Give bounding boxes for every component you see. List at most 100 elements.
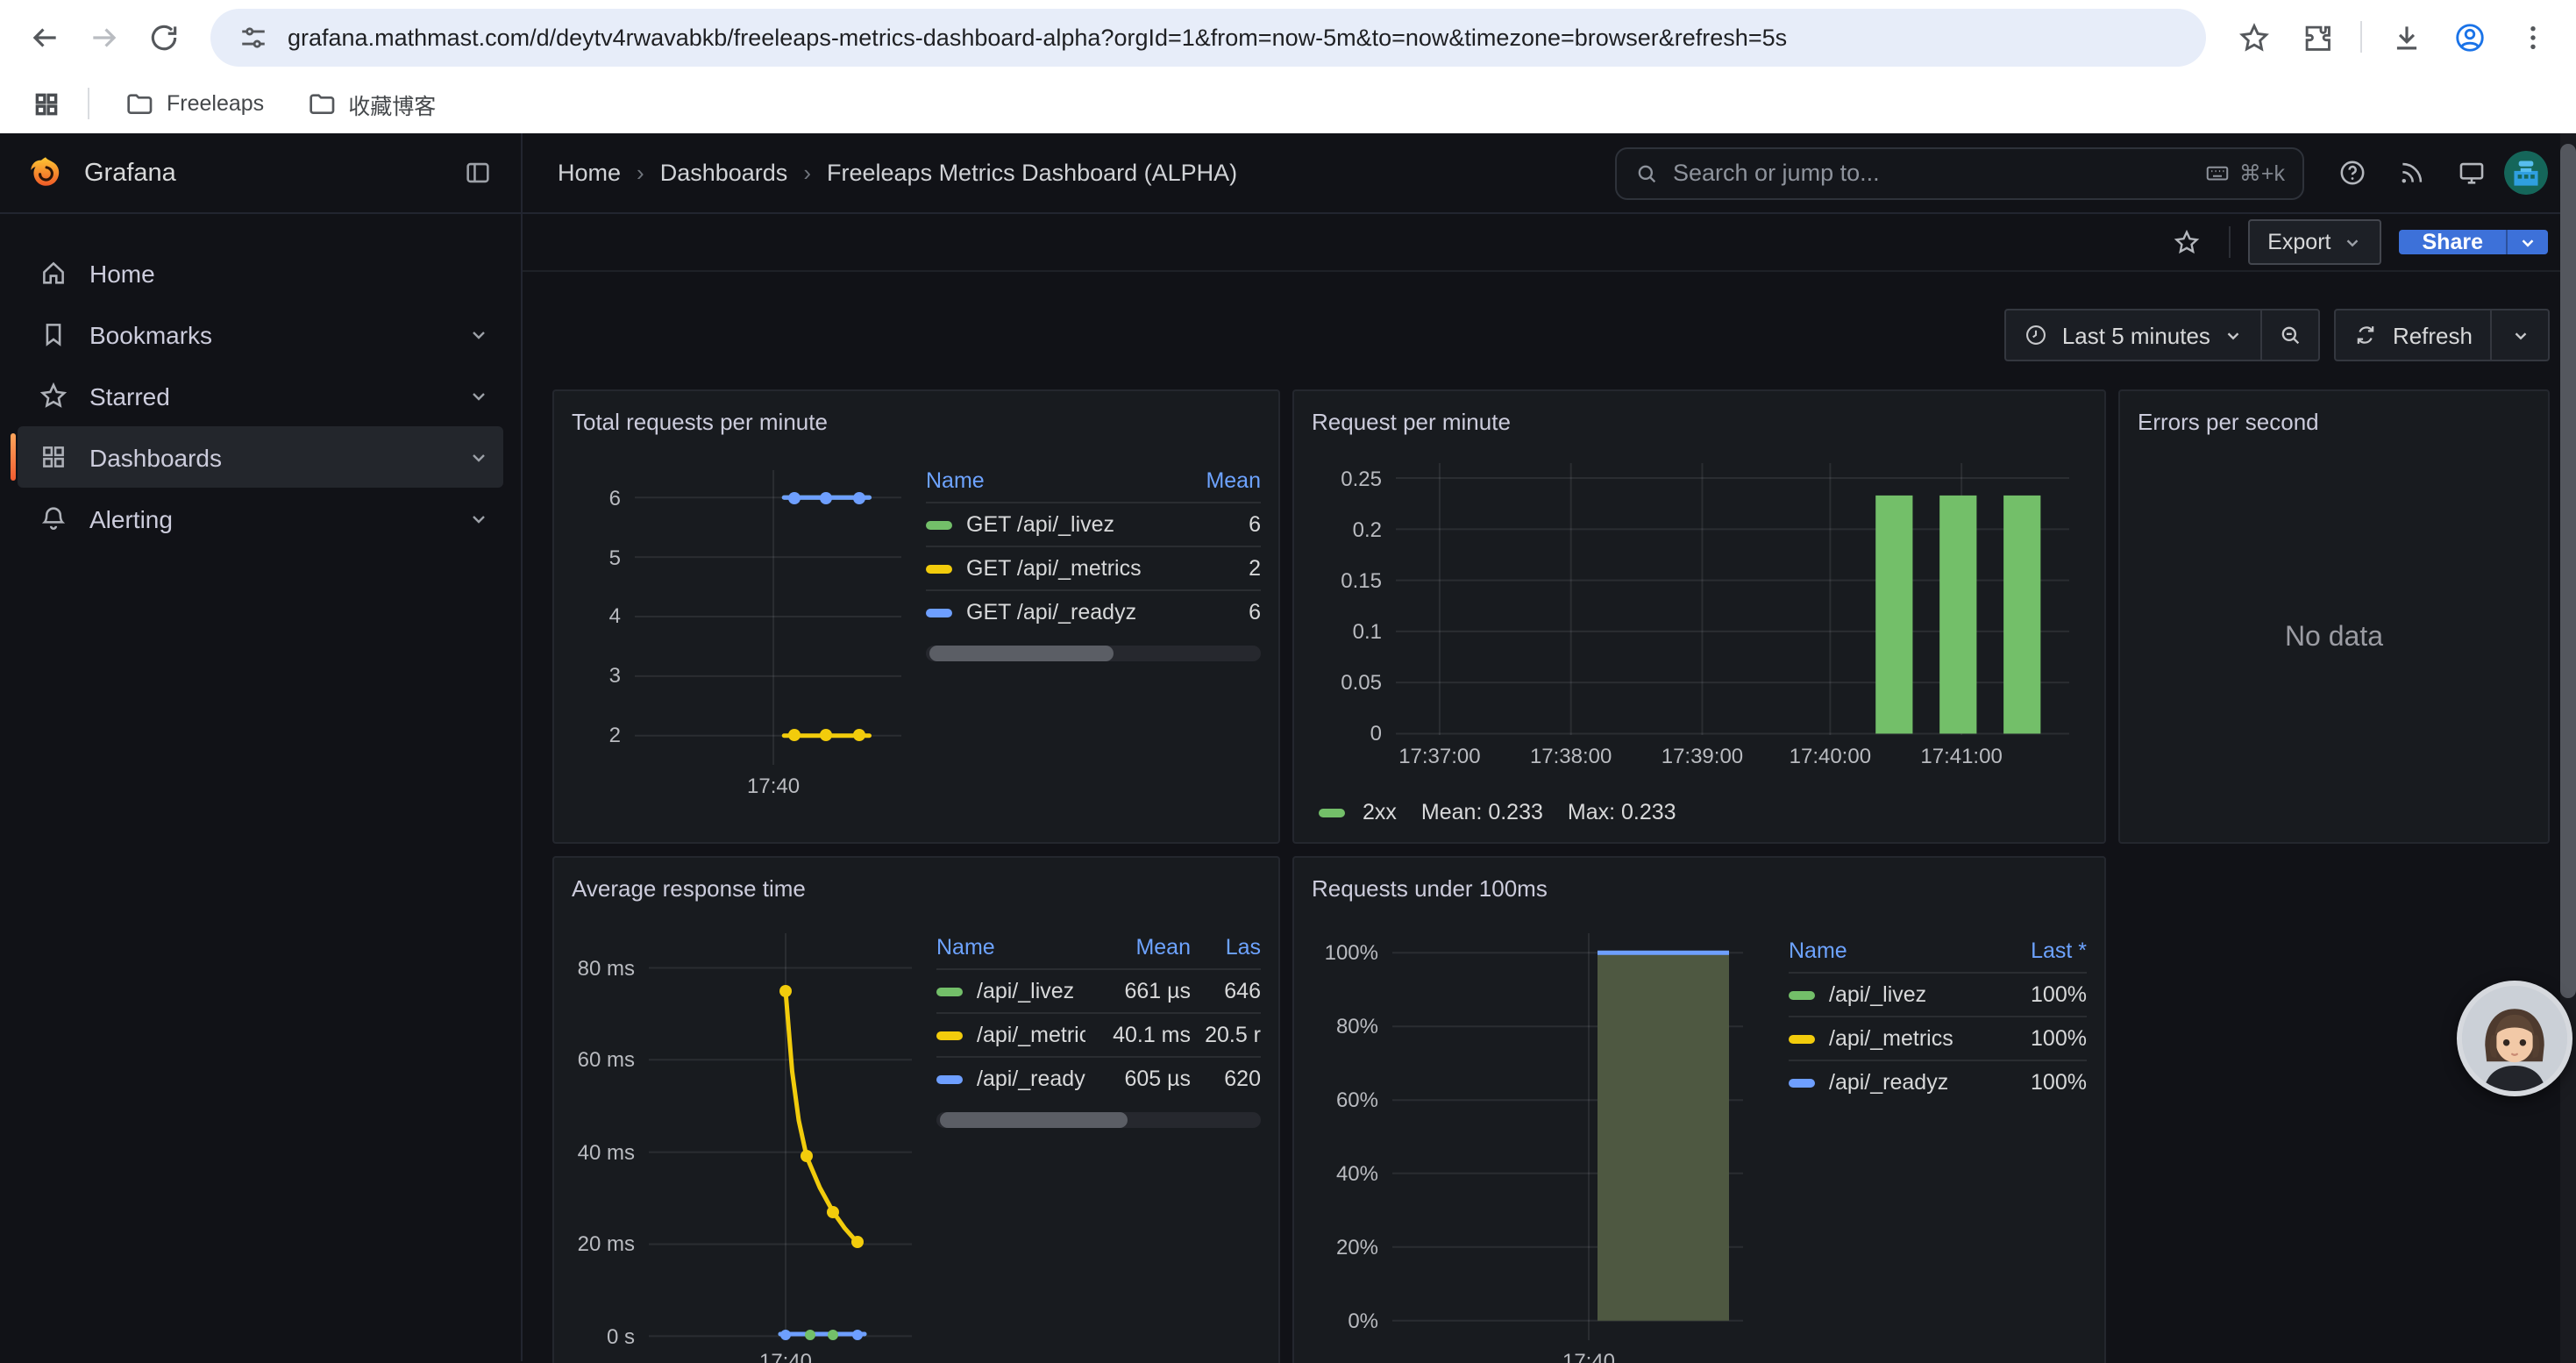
legend-header-name[interactable]: Name [926, 468, 1177, 493]
legend-row[interactable]: /api/_metrics 100% [1789, 1016, 2087, 1060]
forward-button[interactable] [74, 7, 133, 67]
legend-row[interactable]: GET /api/_readyz 6 [926, 589, 1261, 633]
reload-button[interactable] [133, 7, 193, 67]
panel-total-requests: Total requests per minute 6543217:40 Nam… [552, 389, 1280, 844]
panel-title[interactable]: Errors per second [2138, 403, 2530, 442]
browser-menu-button[interactable] [2502, 7, 2562, 67]
scrollbar-thumb[interactable] [2560, 144, 2576, 998]
puzzle-icon [2300, 20, 2333, 54]
sidebar-item-alerting[interactable]: Alerting [18, 488, 503, 549]
zoom-out-icon [2279, 323, 2303, 347]
time-range-picker[interactable]: Last 5 minutes [2006, 310, 2261, 360]
help-icon [2337, 158, 2366, 188]
chevron-down-icon[interactable] [468, 385, 489, 406]
sidebar-item-bookmarks[interactable]: Bookmarks [18, 303, 503, 365]
page-scrollbar[interactable] [2560, 133, 2576, 1363]
rss-icon [2396, 158, 2426, 188]
zoom-out-button[interactable] [2263, 310, 2319, 360]
forward-icon [87, 20, 120, 54]
legend-header-mean[interactable]: Mean [1085, 935, 1191, 960]
legend-row[interactable]: /api/_readyz 100% [1789, 1060, 2087, 1103]
legend-inline: 2xx Mean: 0.233 Max: 0.233 [1312, 791, 2087, 833]
star-icon [2237, 20, 2270, 54]
bookmark-page-button[interactable] [2224, 7, 2283, 67]
breadcrumb-separator: › [637, 160, 644, 186]
back-button[interactable] [14, 7, 74, 67]
star-dashboard-button[interactable] [2162, 218, 2211, 267]
legend-scrollbar[interactable] [926, 646, 1261, 661]
legend-row[interactable]: /api/_livez 661 µs 646 [936, 968, 1261, 1012]
time-controls: Last 5 minutes Refresh [552, 309, 2550, 361]
bookmark-label: 收藏博客 [348, 87, 436, 120]
series-color-pill [926, 564, 952, 573]
panel-title[interactable]: Total requests per minute [572, 403, 1261, 442]
mega-menu-toggle[interactable] [454, 150, 500, 196]
search-box[interactable]: ⌘+k [1615, 146, 2304, 199]
chevron-down-icon[interactable] [468, 324, 489, 345]
dashboard-content: Export Share [523, 214, 2576, 1361]
bookmark-folder-freeleaps[interactable]: Freeleaps [107, 82, 281, 125]
refresh-interval-button[interactable] [2492, 310, 2548, 360]
sidebar-item-label: Starred [89, 382, 170, 410]
legend-row[interactable]: /api/_readyz 605 µs 620 [936, 1056, 1261, 1100]
legend-header-mean[interactable]: Mean [1177, 468, 1261, 493]
legend-row[interactable]: GET /api/_livez 6 [926, 502, 1261, 546]
legend-header-last[interactable]: Last * [1996, 938, 2087, 963]
kiosk-mode-button[interactable] [2444, 146, 2497, 199]
monitor-icon [2456, 158, 2486, 188]
download-icon [2389, 20, 2423, 54]
folder-icon [306, 89, 334, 118]
share-button-group: Share [2400, 230, 2549, 254]
panel-title[interactable]: Requests under 100ms [1312, 870, 2087, 909]
requests-under-100ms-chart[interactable]: 100%80%60%40%20%0%17:40 [1392, 933, 1743, 1340]
grafana-logo[interactable] [26, 153, 65, 192]
site-info-icon[interactable] [238, 22, 268, 52]
profile-icon [2452, 20, 2486, 54]
request-per-minute-chart[interactable]: 0.250.20.150.10.05017:37:0017:38:0017:39… [1396, 463, 2069, 735]
screen: grafana.mathmast.com/d/deytv4rwavabkb/fr… [0, 0, 2576, 1363]
legend-header-name[interactable]: Name [1789, 938, 1996, 963]
share-menu-button[interactable] [2506, 230, 2548, 254]
dashboard-subheader: Export Share [523, 214, 2576, 272]
downloads-button[interactable] [2376, 7, 2436, 67]
legend-table: Name Mean Las /api/_livez 661 µs 646 [936, 926, 1261, 1363]
user-avatar[interactable] [2504, 151, 2548, 195]
chevron-down-icon[interactable] [468, 446, 489, 467]
chevron-down-icon[interactable] [468, 508, 489, 529]
breadcrumb-dashboards[interactable]: Dashboards [660, 160, 788, 186]
sidebar-item-home[interactable]: Home [18, 242, 503, 303]
average-response-time-chart[interactable]: 80 ms60 ms40 ms20 ms0 s17:40 [649, 933, 912, 1340]
legend-row[interactable]: /api/_metrics 40.1 ms 20.5 r [936, 1012, 1261, 1056]
total-requests-chart[interactable]: 6543217:40 [635, 470, 901, 765]
url-text: grafana.mathmast.com/d/deytv4rwavabkb/fr… [288, 24, 1787, 50]
legend-row[interactable]: /api/_livez 100% [1789, 972, 2087, 1016]
help-button[interactable] [2325, 146, 2378, 199]
series-color-pill [926, 520, 952, 529]
apps-button[interactable] [21, 79, 70, 128]
search-input[interactable] [1673, 160, 2190, 186]
extensions-button[interactable] [2287, 7, 2346, 67]
grafana-app: Grafana Home › Dashboards › Freeleaps Me… [0, 133, 2576, 1363]
share-button[interactable]: Share [2400, 230, 2507, 254]
series-label[interactable]: 2xx [1363, 800, 1397, 824]
floating-assistant-avatar[interactable] [2457, 981, 2572, 1096]
legend-header-name[interactable]: Name [936, 935, 1085, 960]
panel-title[interactable]: Average response time [572, 870, 1261, 909]
legend-scrollbar[interactable] [936, 1112, 1261, 1128]
profile-button[interactable] [2439, 7, 2499, 67]
breadcrumb-home[interactable]: Home [558, 160, 621, 186]
sidebar-item-dashboards[interactable]: Dashboards [18, 426, 503, 488]
search-shortcut: ⌘+k [2204, 160, 2285, 186]
bookmark-folder-blogs[interactable]: 收藏博客 [288, 80, 453, 127]
bookmark-icon [32, 319, 74, 349]
address-bar[interactable]: grafana.mathmast.com/d/deytv4rwavabkb/fr… [210, 8, 2206, 66]
breadcrumb-current: Freeleaps Metrics Dashboard (ALPHA) [827, 160, 1237, 186]
browser-actions [2224, 7, 2562, 67]
legend-header-last[interactable]: Las [1191, 935, 1261, 960]
refresh-button[interactable]: Refresh [2337, 310, 2490, 360]
legend-row[interactable]: GET /api/_metrics 2 [926, 546, 1261, 589]
export-button[interactable]: Export [2248, 219, 2381, 265]
news-button[interactable] [2385, 146, 2437, 199]
sidebar-item-starred[interactable]: Starred [18, 365, 503, 426]
panel-title[interactable]: Request per minute [1312, 403, 2087, 442]
